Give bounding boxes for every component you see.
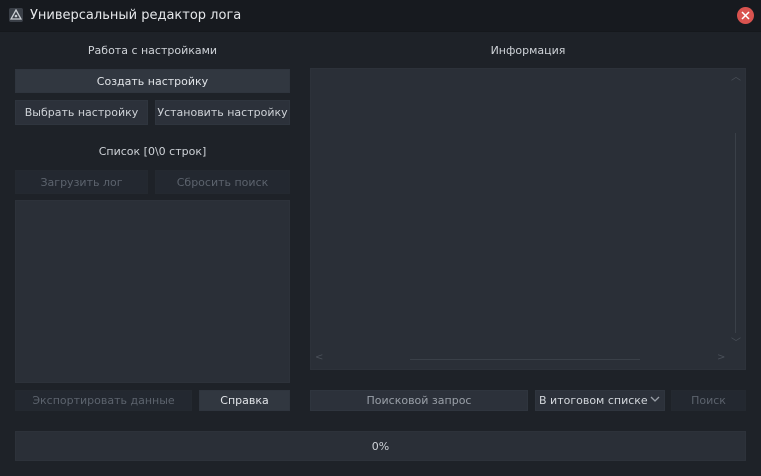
scroll-up-icon[interactable]: ︿ xyxy=(731,73,741,83)
vertical-scrollbar[interactable]: ︿ ﹀ xyxy=(731,73,741,353)
create-setting-button[interactable]: Создать настройку xyxy=(15,69,290,93)
list-section-title: Список [0\0 строк] xyxy=(98,145,207,158)
progress-bar: 0% xyxy=(15,431,746,461)
choose-setting-button[interactable]: Выбрать настройку xyxy=(15,100,148,125)
scroll-left-icon[interactable]: < xyxy=(315,353,323,363)
title-bar: Универсальный редактор лога xyxy=(0,0,761,32)
reset-search-button[interactable]: Сбросить поиск xyxy=(155,170,290,194)
scroll-down-icon[interactable]: ﹀ xyxy=(731,339,741,349)
export-data-button[interactable]: Экспортировать данные xyxy=(15,390,192,411)
chevron-down-icon xyxy=(650,396,660,402)
close-button[interactable] xyxy=(737,7,754,24)
search-query-input[interactable] xyxy=(310,390,528,411)
app-logo-icon xyxy=(9,8,23,22)
scroll-right-icon[interactable]: > xyxy=(717,353,725,363)
horizontal-scrollbar[interactable]: < > xyxy=(315,353,725,365)
log-list[interactable] xyxy=(15,200,290,383)
search-scope-value: В итоговом списке xyxy=(539,394,648,407)
info-section-title: Информация xyxy=(490,44,566,57)
load-log-button[interactable]: Загрузить лог xyxy=(15,170,148,194)
install-setting-button[interactable]: Установить настройку xyxy=(155,100,290,125)
search-button[interactable]: Поиск xyxy=(671,390,746,411)
window-title: Универсальный редактор лога xyxy=(30,8,242,23)
help-button[interactable]: Справка xyxy=(199,390,290,411)
close-icon xyxy=(741,11,750,20)
search-scope-select[interactable]: В итоговом списке xyxy=(535,390,665,411)
settings-section-title: Работа с настройками xyxy=(87,44,218,57)
progress-label: 0% xyxy=(371,439,390,453)
info-text-area[interactable]: ︿ ﹀ < > xyxy=(310,68,746,370)
